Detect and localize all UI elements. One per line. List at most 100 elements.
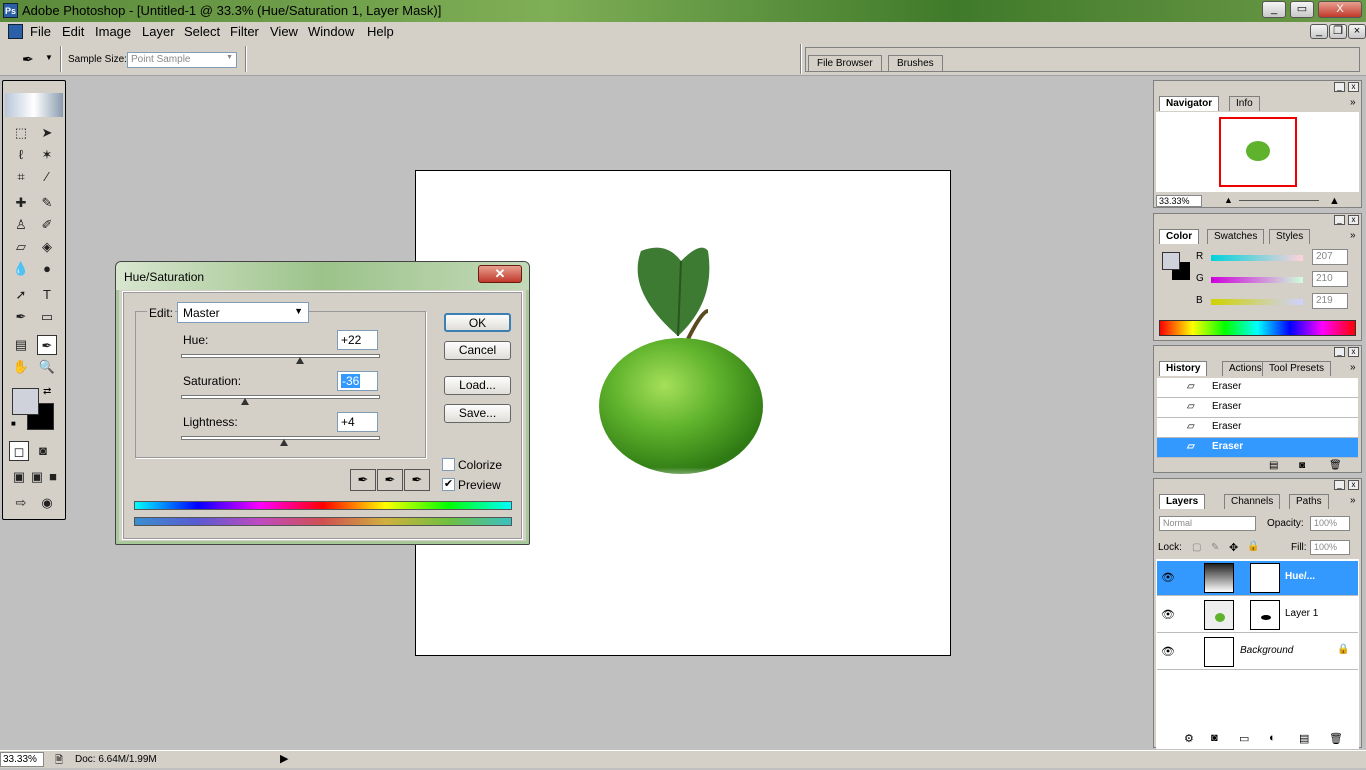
navigator-view-box[interactable]	[1219, 117, 1297, 187]
maximize-button[interactable]: ▭	[1290, 1, 1314, 18]
hue-slider-thumb[interactable]	[296, 357, 305, 364]
eyedropper-minus-icon[interactable]: ✒	[404, 469, 430, 491]
tab-tool-presets[interactable]: Tool Presets	[1262, 361, 1332, 376]
status-zoom-field[interactable]: 33.33%	[0, 752, 44, 767]
tab-layers[interactable]: Layers	[1159, 494, 1206, 509]
panel-menu-icon[interactable]: »	[1350, 495, 1356, 506]
dialog-close-button[interactable]: ✕	[478, 265, 522, 283]
g-value[interactable]: 210	[1312, 271, 1348, 287]
panel-close-button[interactable]: x	[1348, 347, 1359, 357]
history-item[interactable]: ▱ Eraser	[1157, 398, 1358, 418]
snapshot-icon[interactable]: ◙	[1299, 460, 1305, 471]
layer-mask-thumbnail[interactable]	[1250, 600, 1280, 630]
tab-channels[interactable]: Channels	[1224, 494, 1281, 509]
tab-brushes[interactable]: Brushes	[888, 55, 943, 71]
blend-mode-select[interactable]: Normal	[1159, 516, 1256, 531]
layer-row-background[interactable]: 👁 Background 🔒	[1157, 635, 1358, 670]
move-icon[interactable]: ➤	[37, 123, 57, 143]
doc-info-icon[interactable]: 🗎	[55, 753, 63, 770]
doc-close-button[interactable]: ×	[1348, 24, 1366, 39]
eyedropper-tool-icon[interactable]: ✒	[37, 335, 57, 355]
new-document-icon[interactable]: ▤	[1269, 460, 1278, 471]
menu-select[interactable]: Select	[184, 24, 220, 39]
r-slider[interactable]	[1211, 255, 1303, 261]
fill-input[interactable]: 100%	[1310, 540, 1350, 555]
screen-mode-standard-icon[interactable]: ▣	[9, 467, 29, 487]
colorize-checkbox[interactable]	[442, 458, 455, 471]
magic-wand-icon[interactable]: ✶	[37, 145, 57, 165]
ok-button[interactable]: OK	[444, 313, 511, 332]
tool-preset-arrow-icon[interactable]: ▼	[45, 53, 53, 62]
lightness-input[interactable]: +4	[337, 412, 378, 432]
zoom-in-icon[interactable]: ▲	[1329, 195, 1340, 207]
menu-filter[interactable]: Filter	[230, 24, 259, 39]
hue-slider[interactable]	[181, 354, 380, 358]
g-slider[interactable]	[1211, 277, 1303, 283]
marquee-icon[interactable]: ⬚	[11, 123, 31, 143]
clone-stamp-icon[interactable]: ♙	[11, 215, 31, 235]
shape-icon[interactable]: ▭	[37, 307, 57, 327]
visibility-eye-icon[interactable]: 👁	[1161, 645, 1175, 658]
lock-paint-icon[interactable]: ✎	[1211, 542, 1219, 553]
visibility-eye-icon[interactable]: 👁	[1161, 608, 1175, 621]
lightness-slider-thumb[interactable]	[280, 439, 289, 446]
edit-channel-select[interactable]: Master ▼	[177, 302, 309, 323]
foreground-color-swatch-top[interactable]	[12, 388, 39, 415]
history-item[interactable]: ▱ Eraser	[1157, 378, 1358, 398]
panel-minimize-button[interactable]: _	[1334, 215, 1345, 225]
zoom-out-icon[interactable]: ▲	[1224, 195, 1233, 205]
panel-close-button[interactable]: x	[1348, 215, 1359, 225]
panel-menu-icon[interactable]: »	[1350, 97, 1356, 108]
screen-mode-full-icon[interactable]: ■	[43, 467, 63, 487]
lock-all-icon[interactable]: 🔒	[1247, 541, 1259, 552]
tab-history[interactable]: History	[1159, 361, 1208, 376]
b-value[interactable]: 219	[1312, 293, 1348, 309]
history-item-selected[interactable]: ▱ Eraser	[1157, 438, 1358, 458]
blur-icon[interactable]: 💧	[11, 259, 31, 279]
saturation-slider-thumb[interactable]	[240, 398, 249, 405]
doc-restore-button[interactable]: ❐	[1329, 24, 1347, 39]
brush-icon[interactable]: ✎	[37, 193, 57, 213]
standard-mode-icon[interactable]: ◻	[9, 441, 29, 461]
new-group-icon[interactable]: ▭	[1239, 732, 1249, 745]
dodge-icon[interactable]: ●	[37, 259, 57, 279]
eraser-icon[interactable]: ▱	[11, 237, 31, 257]
lasso-icon[interactable]: ℓ	[11, 145, 31, 165]
delete-layer-icon[interactable]: 🗑	[1329, 732, 1343, 745]
crop-icon[interactable]: ⌗	[11, 167, 31, 187]
new-layer-icon[interactable]: ▤	[1299, 732, 1309, 745]
tab-styles[interactable]: Styles	[1269, 229, 1311, 244]
menu-file[interactable]: File	[30, 24, 51, 39]
doc-minimize-button[interactable]: _	[1310, 24, 1328, 39]
tab-color[interactable]: Color	[1159, 229, 1200, 244]
tab-file-browser[interactable]: File Browser	[808, 55, 882, 71]
type-icon[interactable]: T	[37, 285, 57, 305]
layer-mask-thumbnail[interactable]	[1250, 563, 1280, 593]
menu-edit[interactable]: Edit	[62, 24, 84, 39]
b-slider[interactable]	[1211, 299, 1303, 305]
tab-swatches[interactable]: Swatches	[1207, 229, 1265, 244]
layer-row-layer-1[interactable]: 👁 Layer 1	[1157, 598, 1358, 633]
history-brush-icon[interactable]: ✐	[37, 215, 57, 235]
r-value[interactable]: 207	[1312, 249, 1348, 265]
sample-size-select[interactable]: Point Sample ▼	[127, 52, 237, 68]
navigator-zoom-field[interactable]: 33.33%	[1156, 195, 1202, 207]
eyedropper-icon[interactable]: ✒	[22, 51, 34, 68]
lock-transparency-icon[interactable]: ▢	[1192, 542, 1201, 553]
tab-navigator[interactable]: Navigator	[1159, 96, 1220, 111]
color-ramp[interactable]	[1159, 320, 1356, 336]
panel-close-button[interactable]: x	[1348, 480, 1359, 490]
jump-to-imageready-icon[interactable]: ⇨	[11, 493, 31, 513]
panel-menu-icon[interactable]: »	[1350, 362, 1356, 373]
new-adjustment-layer-icon[interactable]: ◐	[1269, 732, 1276, 744]
panel-minimize-button[interactable]: _	[1334, 347, 1345, 357]
pen-icon[interactable]: ✒	[11, 307, 31, 327]
document-icon[interactable]	[8, 24, 23, 39]
color-fg-swatch[interactable]	[1162, 252, 1180, 270]
path-select-icon[interactable]: ➚	[11, 285, 31, 305]
paint-bucket-icon[interactable]: ◈	[37, 237, 57, 257]
lock-move-icon[interactable]: ✥	[1229, 541, 1238, 554]
hand-icon[interactable]: ✋	[11, 357, 31, 377]
healing-brush-icon[interactable]: ✚	[11, 193, 31, 213]
panel-menu-icon[interactable]: »	[1350, 230, 1356, 241]
